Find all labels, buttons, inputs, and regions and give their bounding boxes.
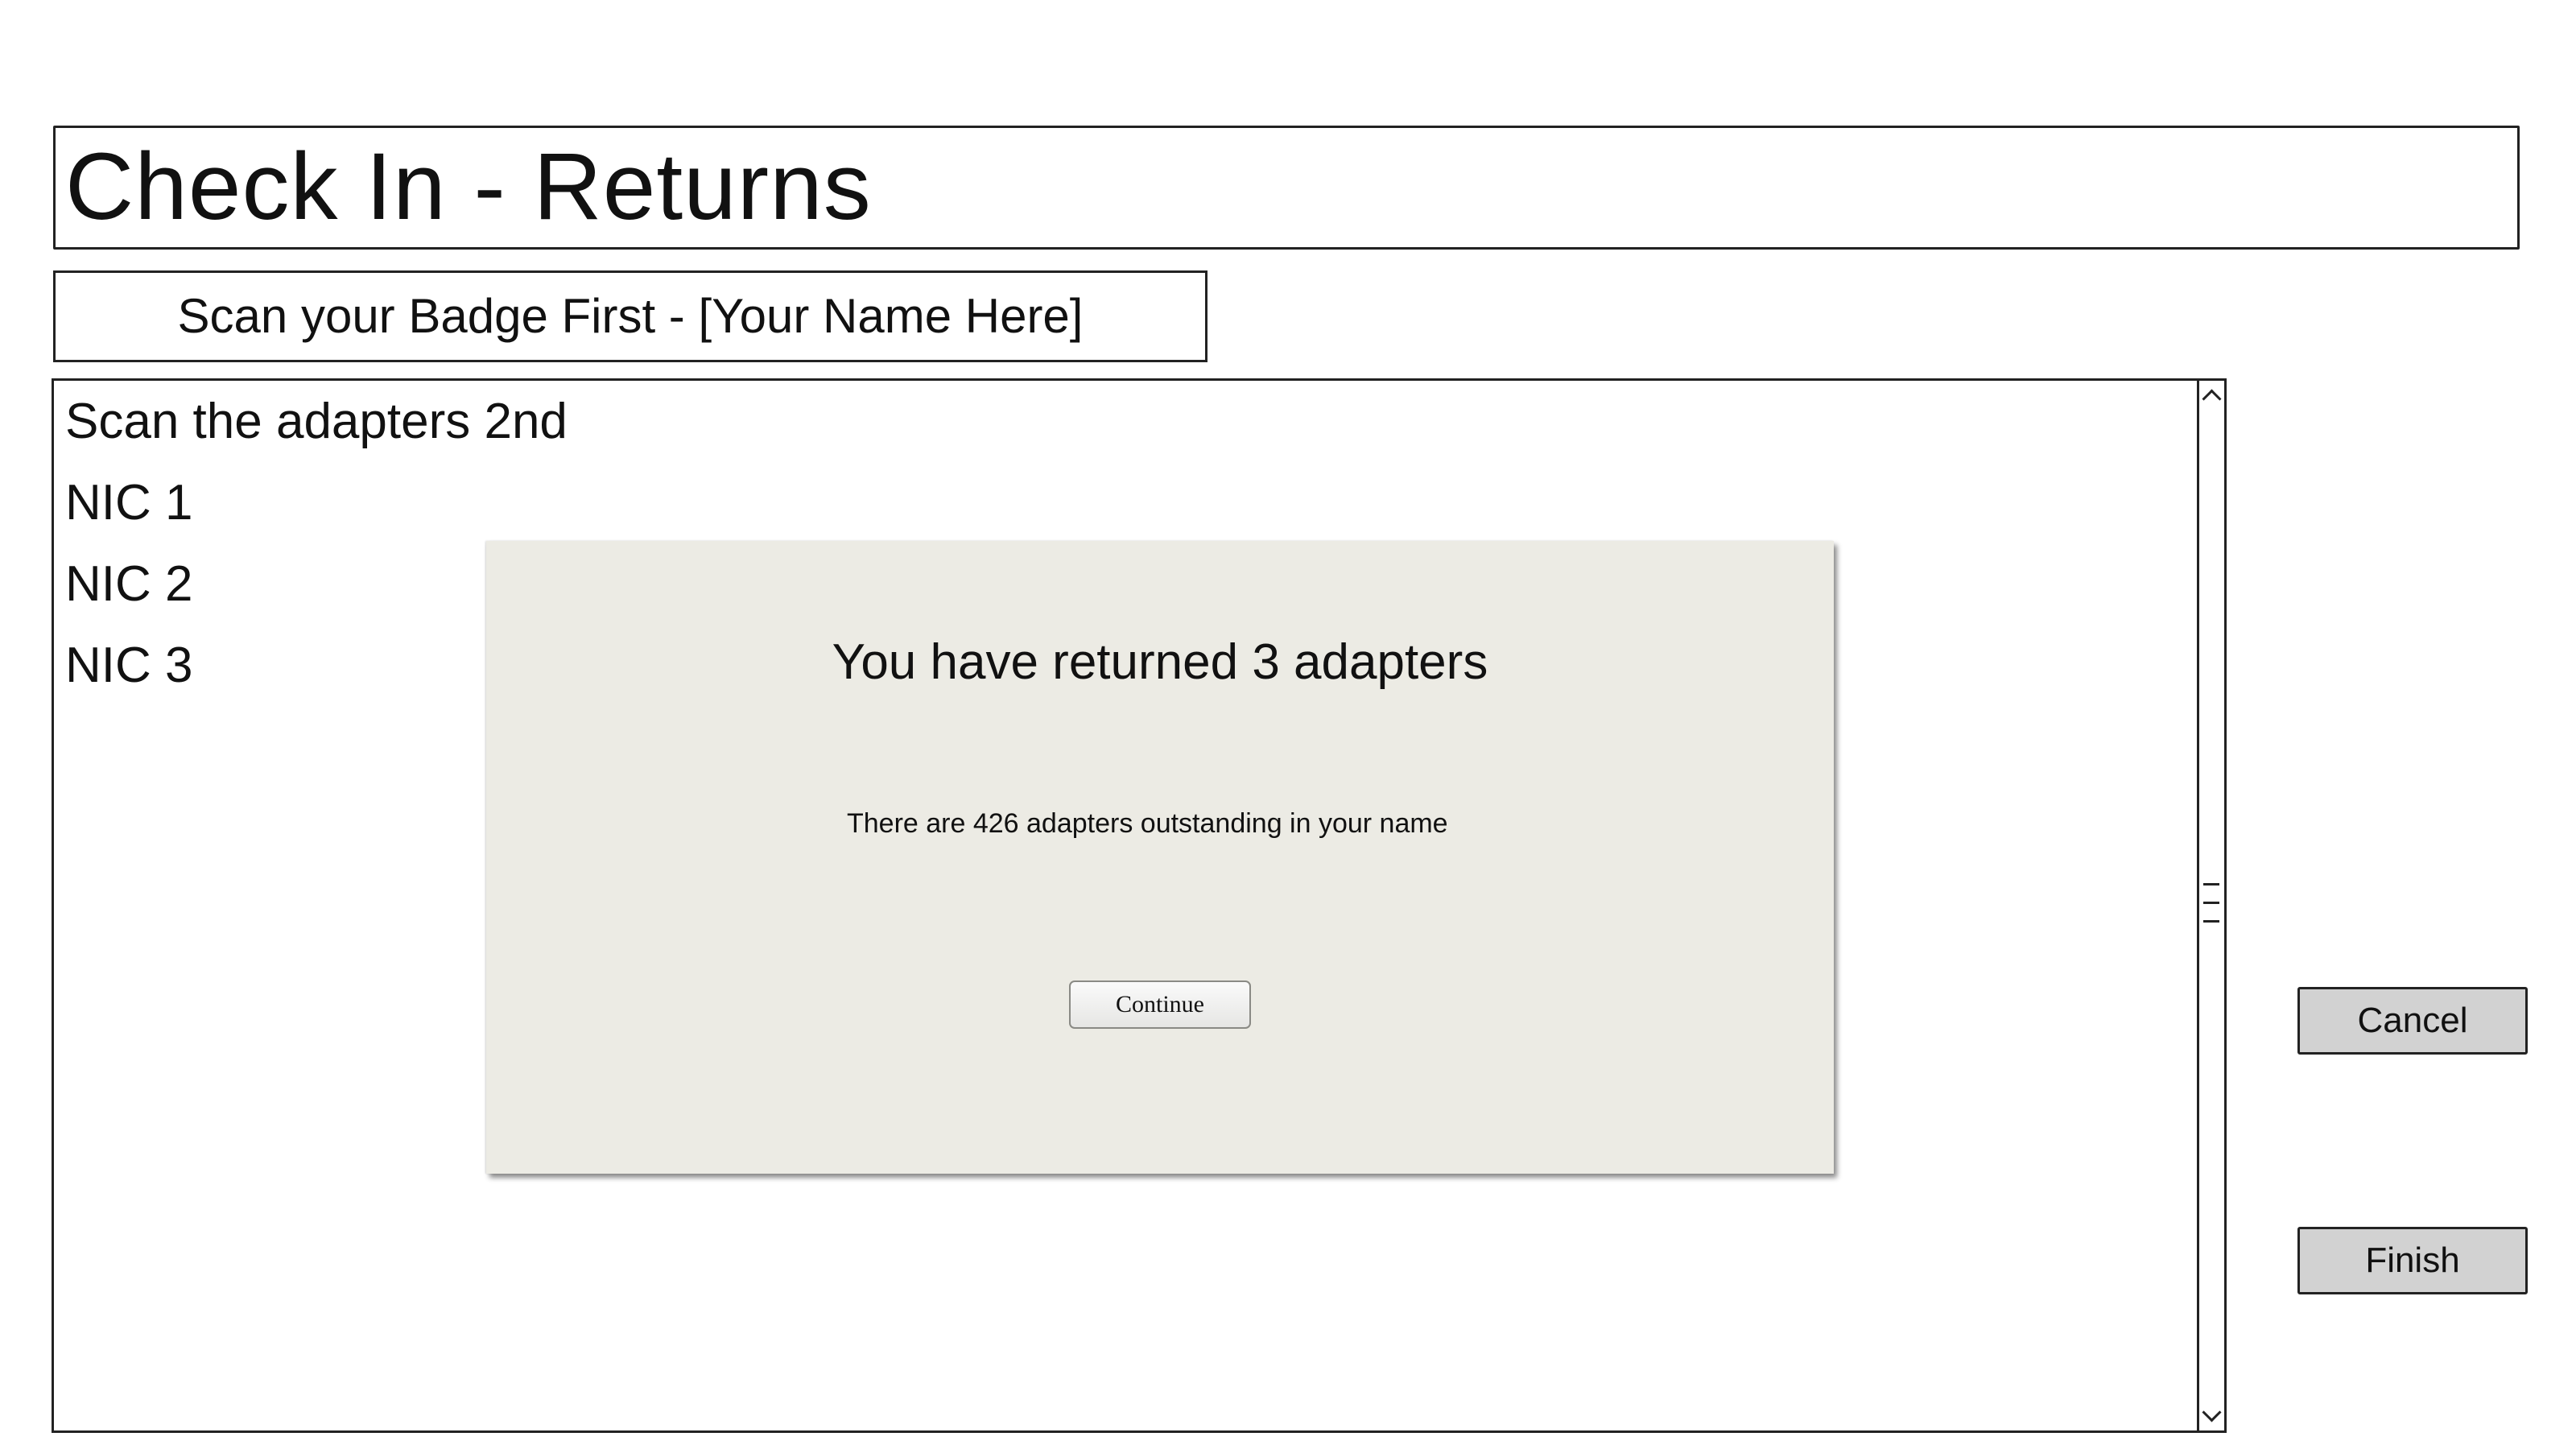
list-item: Scan the adapters 2nd (65, 394, 568, 449)
continue-button[interactable]: Continue (1069, 980, 1251, 1029)
cancel-button[interactable]: Cancel (2297, 987, 2528, 1055)
badge-scan-prompt: Scan your Badge First - [Your Name Here] (177, 289, 1084, 343)
vertical-scrollbar[interactable] (2197, 381, 2224, 1430)
chevron-down-icon[interactable] (2202, 1402, 2222, 1422)
page-title-box: Check In - Returns (53, 126, 2520, 250)
return-summary-dialog: You have returned 3 adapters There are 4… (486, 541, 1834, 1174)
finish-button[interactable]: Finish (2297, 1227, 2528, 1294)
grip-icon[interactable] (2203, 883, 2219, 928)
chevron-up-icon[interactable] (2202, 389, 2222, 409)
dialog-message: There are 426 adapters outstanding in yo… (847, 808, 1448, 839)
page-title: Check In - Returns (65, 134, 872, 240)
check-in-returns-screen: Check In - Returns Scan your Badge First… (0, 0, 2576, 1449)
dialog-title: You have returned 3 adapters (832, 634, 1488, 690)
badge-scan-field[interactable]: Scan your Badge First - [Your Name Here] (53, 270, 1208, 362)
list-item[interactable]: NIC 1 (65, 478, 568, 528)
